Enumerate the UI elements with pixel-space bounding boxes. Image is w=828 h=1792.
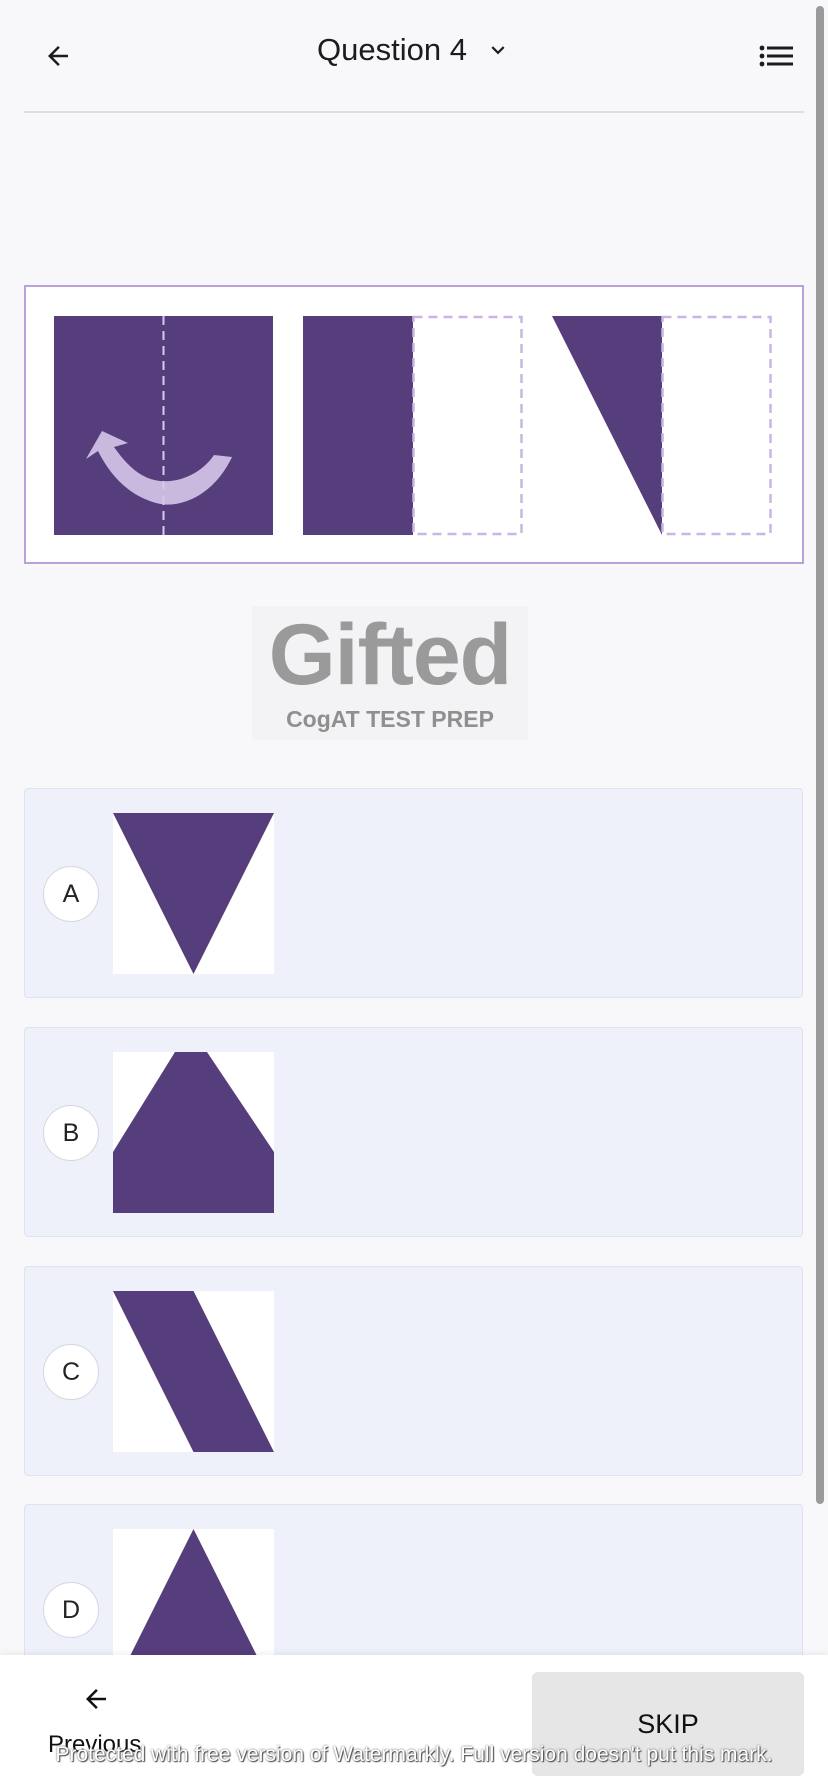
answer-option-b[interactable]: B: [24, 1027, 803, 1237]
answer-option-a[interactable]: A: [24, 788, 803, 998]
option-letter: B: [43, 1105, 99, 1161]
option-letter: C: [43, 1344, 99, 1400]
header: Question 4: [0, 0, 828, 113]
option-letter: D: [43, 1582, 99, 1638]
logo-subtitle: CogAT TEST PREP: [286, 706, 494, 732]
watermark-text: Protected with free version of Watermark…: [55, 1743, 773, 1766]
bottom-navigation: Previous SKIP: [0, 1655, 828, 1792]
answer-option-c[interactable]: C: [24, 1266, 803, 1476]
gifted-logo: Gifted CogAT TEST PREP: [252, 606, 528, 740]
question-selector[interactable]: Question 4: [0, 32, 828, 68]
option-a-shape: [113, 813, 274, 974]
question-figure: [24, 285, 804, 564]
fold-step-2: [303, 315, 523, 536]
header-divider: [24, 111, 804, 113]
option-c-shape: [113, 1291, 274, 1452]
arrow-left-icon: [76, 1679, 116, 1719]
question-list-button[interactable]: [756, 38, 796, 74]
option-letter: A: [43, 866, 99, 922]
page-title: Question 4: [317, 32, 467, 67]
option-b-shape: [113, 1052, 274, 1213]
quiz-page: Question 4 Gifted CogAT TEST PREP A B C …: [0, 0, 828, 1792]
chevron-down-icon[interactable]: [485, 37, 511, 63]
fold-step-1: [54, 316, 273, 535]
logo-title: Gifted: [268, 607, 512, 703]
list-icon: [759, 45, 793, 67]
scrollbar[interactable]: [816, 6, 824, 1504]
fold-step-3: [552, 315, 772, 536]
